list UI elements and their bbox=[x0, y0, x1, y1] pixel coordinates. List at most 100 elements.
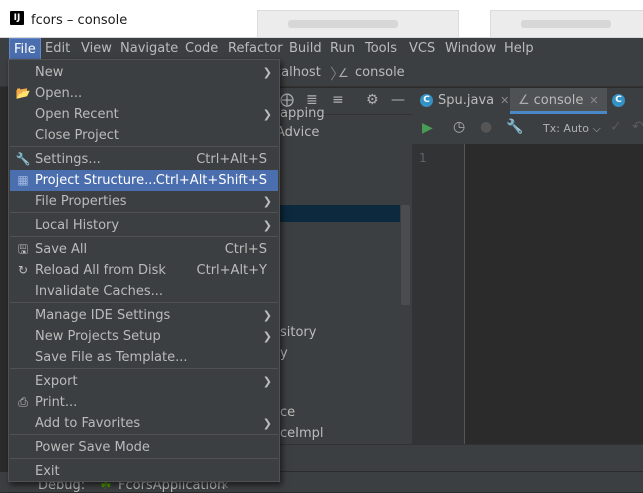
tree-item[interactable]: Advice bbox=[276, 125, 319, 140]
menu-code[interactable]: Code bbox=[181, 38, 222, 61]
background-browser-tab[interactable] bbox=[257, 10, 459, 37]
menu-separator bbox=[10, 434, 278, 435]
menu-item-save-all[interactable]: 🖫 Save All Ctrl+S bbox=[10, 239, 278, 260]
tab-console[interactable]: ∠ console ✕ bbox=[510, 88, 607, 114]
save-icon: 🖫 bbox=[17, 242, 29, 256]
folder-open-icon: 📂 bbox=[15, 86, 31, 100]
menu-item-close-project[interactable]: Close Project bbox=[10, 125, 278, 146]
menu-refactor[interactable]: Refactor bbox=[224, 38, 287, 61]
commit-icon[interactable]: ✓ bbox=[610, 119, 622, 135]
menu-edit[interactable]: Edit bbox=[41, 38, 74, 61]
menu-item-label: Manage IDE Settings bbox=[35, 308, 171, 323]
line-number: 1 bbox=[419, 151, 427, 165]
menu-item-settings[interactable]: 🔧 Settings... Ctrl+Alt+S bbox=[10, 149, 278, 170]
submenu-arrow-icon: ❯ bbox=[262, 108, 272, 121]
console-icon: ∠ bbox=[338, 66, 349, 80]
menu-item-label: Exit bbox=[35, 464, 60, 479]
menu-item-shortcut: Ctrl+Alt+Y bbox=[196, 263, 267, 278]
tree-item[interactable]: ceImpl bbox=[280, 426, 324, 441]
wrench-icon[interactable]: 🔧 bbox=[506, 119, 523, 135]
menu-build[interactable]: Build bbox=[285, 38, 326, 61]
submenu-arrow-icon: ❯ bbox=[262, 417, 272, 430]
menu-item-reload-all[interactable]: ↻ Reload All from Disk Ctrl+Alt+Y bbox=[10, 260, 278, 281]
submenu-arrow-icon: ❯ bbox=[262, 330, 272, 343]
reload-icon: ↻ bbox=[17, 263, 29, 277]
menu-item-shortcut: Ctrl+Alt+S bbox=[196, 152, 267, 167]
menu-item-label: Close Project bbox=[35, 128, 120, 143]
editor-toolbar: ▶ ◷ ● 🔧 Tx: Auto ⌵ ✓ ↶ bbox=[412, 114, 643, 145]
tree-item[interactable]: y bbox=[280, 346, 288, 361]
menu-separator bbox=[10, 302, 278, 303]
menu-item-label: Open... bbox=[35, 86, 83, 101]
collapse-all-icon[interactable]: ≡ bbox=[332, 92, 344, 108]
menu-item-label: File Properties bbox=[35, 194, 127, 209]
menu-item-label: Print... bbox=[35, 395, 78, 410]
file-menu-dropdown: New ❯ 📂 Open... Open Recent ❯ Close Project… bbox=[8, 59, 280, 482]
menu-item-print[interactable]: ⎙ Print... bbox=[10, 392, 278, 413]
tree-item[interactable]: sitory bbox=[280, 325, 316, 340]
tab-label: console bbox=[533, 93, 584, 108]
submenu-arrow-icon: ❯ bbox=[262, 309, 272, 322]
menu-window[interactable]: Window bbox=[441, 38, 500, 61]
hide-icon[interactable]: — bbox=[391, 92, 405, 108]
stop-icon[interactable]: ● bbox=[480, 119, 492, 135]
bottom-panel bbox=[278, 444, 643, 472]
close-icon[interactable]: ✕ bbox=[589, 94, 598, 107]
menu-item-shortcut: Ctrl+S bbox=[224, 242, 267, 257]
editor-gutter bbox=[412, 144, 465, 444]
menu-file[interactable]: File bbox=[9, 38, 41, 61]
menu-item-label: Open Recent bbox=[35, 107, 119, 122]
menu-item-label: Add to Favorites bbox=[35, 416, 141, 431]
rollback-icon[interactable]: ↶ bbox=[632, 119, 643, 135]
tx-mode-select[interactable]: Tx: Auto ⌵ bbox=[543, 122, 601, 136]
menu-item-invalidate-caches[interactable]: Invalidate Caches... bbox=[10, 281, 278, 302]
class-icon: C bbox=[420, 94, 433, 107]
menu-navigate[interactable]: Navigate bbox=[116, 38, 182, 61]
intellij-logo-icon: IJ bbox=[8, 9, 26, 27]
menu-item-export[interactable]: Export ❯ bbox=[10, 371, 278, 392]
menu-tools[interactable]: Tools bbox=[361, 38, 401, 61]
tx-mode-label: Tx: Auto bbox=[543, 122, 589, 135]
project-tree[interactable] bbox=[278, 115, 412, 471]
menu-separator bbox=[10, 146, 278, 147]
tab-th[interactable]: CTh bbox=[612, 88, 643, 134]
menu-item-local-history[interactable]: Local History ❯ bbox=[10, 215, 278, 236]
menu-item-manage-ide-settings[interactable]: Manage IDE Settings ❯ bbox=[10, 305, 278, 326]
history-icon[interactable]: ◷ bbox=[453, 119, 465, 135]
menu-bar: File Edit View Navigate Code Refactor Bu… bbox=[0, 38, 643, 61]
menu-run[interactable]: Run bbox=[326, 38, 359, 61]
menu-item-save-file-as-template[interactable]: Save File as Template... bbox=[10, 347, 278, 368]
menu-item-label: Invalidate Caches... bbox=[35, 284, 164, 299]
menu-item-shortcut: Ctrl+Alt+Shift+S bbox=[155, 173, 267, 188]
breadcrumb-console[interactable]: console bbox=[355, 65, 405, 80]
menu-item-open-recent[interactable]: Open Recent ❯ bbox=[10, 104, 278, 125]
menu-vcs[interactable]: VCS bbox=[405, 38, 439, 61]
menu-separator bbox=[10, 212, 278, 213]
execute-icon[interactable]: ▶ bbox=[422, 120, 433, 136]
background-browser-tab[interactable] bbox=[490, 10, 643, 37]
menu-help[interactable]: Help bbox=[500, 38, 538, 61]
menu-item-new[interactable]: New ❯ bbox=[10, 62, 278, 83]
menu-item-open[interactable]: 📂 Open... bbox=[10, 83, 278, 104]
tree-scrollbar[interactable] bbox=[401, 205, 410, 305]
menu-item-power-save-mode[interactable]: Power Save Mode bbox=[10, 437, 278, 458]
window-title: fcors – console bbox=[31, 13, 128, 28]
tree-item[interactable]: ce bbox=[280, 405, 295, 420]
tab-spu-java[interactable]: C Spu.java ✕ bbox=[420, 88, 509, 114]
menu-view[interactable]: View bbox=[77, 38, 116, 61]
menu-item-new-projects-setup[interactable]: New Projects Setup ❯ bbox=[10, 326, 278, 347]
submenu-arrow-icon: ❯ bbox=[262, 195, 272, 208]
menu-item-label: Save File as Template... bbox=[35, 350, 188, 365]
breadcrumb-host[interactable]: calhost bbox=[274, 65, 321, 80]
tree-selected-row[interactable] bbox=[278, 205, 400, 222]
close-icon[interactable]: ✕ bbox=[500, 94, 509, 107]
console-icon: ∠ bbox=[518, 93, 530, 108]
menu-item-project-structure[interactable]: ▦ Project Structure... Ctrl+Alt+Shift+S bbox=[10, 170, 278, 191]
wrench-icon: 🔧 bbox=[15, 152, 31, 166]
menu-item-exit[interactable]: Exit bbox=[10, 461, 278, 482]
menu-item-label: Export bbox=[35, 374, 78, 389]
gear-icon[interactable]: ⚙ bbox=[366, 92, 379, 108]
menu-item-file-properties[interactable]: File Properties ❯ bbox=[10, 191, 278, 212]
tree-item[interactable]: apping bbox=[280, 106, 325, 121]
menu-item-add-to-favorites[interactable]: Add to Favorites ❯ bbox=[10, 413, 278, 434]
